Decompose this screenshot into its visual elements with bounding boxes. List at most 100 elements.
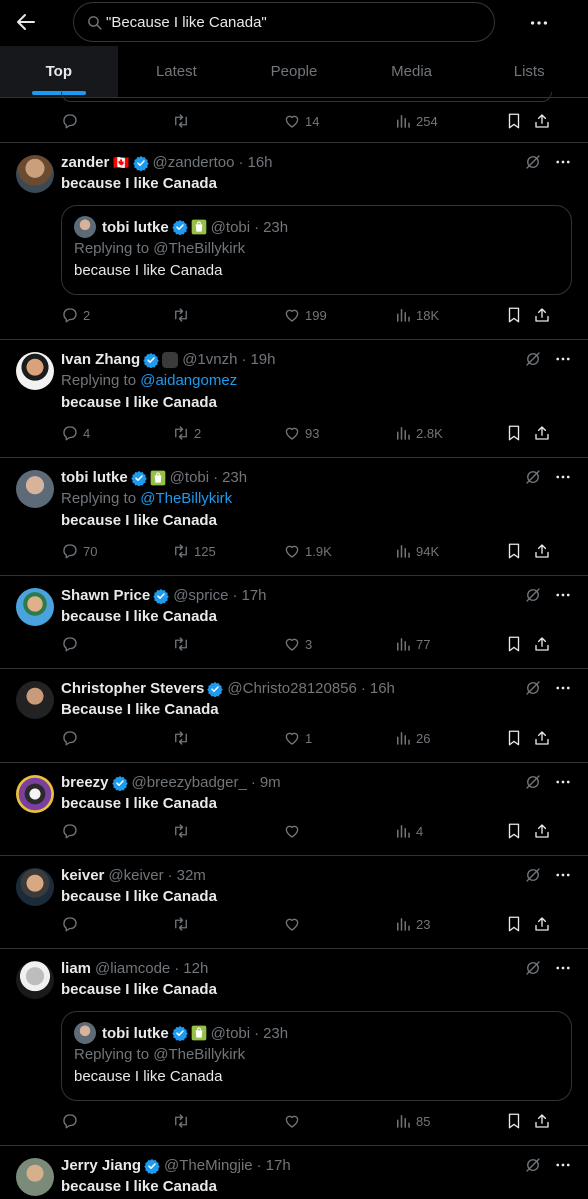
author-name[interactable]: zander [61,153,109,173]
like-button[interactable]: 14 [283,112,319,130]
author-name[interactable]: Jerry Jiang [61,1156,141,1176]
bookmark-button[interactable] [505,542,527,560]
views-button[interactable]: 254 [394,112,438,130]
reply-button[interactable] [61,635,83,653]
share-button[interactable] [533,542,555,560]
like-button[interactable]: 1.9K [283,542,332,560]
grok-icon[interactable] [524,1156,542,1174]
replying-to-link[interactable]: @TheBillykirk [140,490,232,507]
replying-to-link[interactable]: @aidangomez [140,372,237,389]
author-handle[interactable]: @breezybadger_ [132,773,247,793]
author-handle[interactable]: @sprice [173,586,228,606]
repost-button[interactable] [172,635,194,653]
more-horizontal-icon[interactable] [554,679,572,697]
like-button[interactable]: 199 [283,306,327,324]
like-button[interactable] [283,915,305,933]
author-name[interactable]: tobi lutke [61,468,128,488]
avatar[interactable] [16,775,54,813]
like-button[interactable] [283,822,305,840]
like-button[interactable] [283,1112,305,1130]
more-horizontal-icon[interactable] [554,153,572,171]
views-button[interactable]: 94K [394,542,439,560]
repost-button[interactable] [172,729,194,747]
tweet[interactable]: keiver @keiver · 32m because I like Canada 23 [0,856,588,949]
repost-button[interactable] [172,306,194,324]
bookmark-button[interactable] [505,635,527,653]
avatar[interactable] [16,868,54,906]
author-name[interactable]: keiver [61,866,104,886]
bookmark-button[interactable] [505,112,527,130]
share-button[interactable] [533,635,555,653]
reply-button[interactable]: 70 [61,542,97,560]
bookmark-button[interactable] [505,729,527,747]
tweet-time[interactable]: 9m [260,773,281,793]
search-input[interactable] [106,3,486,41]
tweet[interactable]: Jerry Jiang @TheMingjie · 17h because I like… [0,1146,588,1199]
author-handle[interactable]: @keiver [108,866,163,886]
reply-button[interactable] [61,112,83,130]
bookmark-button[interactable] [505,822,527,840]
tweet-time[interactable]: 23h [222,468,247,488]
tweet-time[interactable]: 12h [183,959,208,979]
bookmark-button[interactable] [505,915,527,933]
quote-card[interactable]: tobi lutke @tobi · 23h Replying to @TheBilly… [61,205,572,295]
like-button[interactable]: 93 [283,424,319,442]
more-horizontal-icon[interactable] [554,773,572,791]
avatar[interactable] [16,681,54,719]
tweet-partial[interactable]: 14 254 [0,92,588,143]
avatar[interactable] [16,352,54,390]
more-horizontal-icon[interactable] [528,12,550,34]
repost-button[interactable] [172,112,194,130]
tweet-time[interactable]: 16h [248,153,273,173]
reply-button[interactable]: 2 [61,306,90,324]
author-name[interactable]: Shawn Price [61,586,150,606]
tweet-time[interactable]: 17h [266,1156,291,1176]
tab-latest[interactable]: Latest [118,46,236,97]
like-button[interactable]: 1 [283,729,312,747]
quote-card[interactable]: tobi lutke @tobi · 23h Replying to @TheBilly… [61,1011,572,1101]
tweet[interactable]: Ivan Zhang @1vnzh · 19h Replying to @aidango… [0,340,588,458]
views-button[interactable]: 23 [394,915,430,933]
share-button[interactable] [533,729,555,747]
grok-icon[interactable] [524,866,542,884]
grok-icon[interactable] [524,773,542,791]
author-handle[interactable]: @Christo28120856 [227,679,356,699]
author-handle[interactable]: @1vnzh [182,350,237,370]
repost-button[interactable] [172,1112,194,1130]
reply-button[interactable] [61,822,83,840]
grok-icon[interactable] [524,350,542,368]
more-horizontal-icon[interactable] [554,1156,572,1174]
tweet[interactable]: zander 🇨🇦 @zandertoo · 16h because I like Can… [0,143,588,340]
avatar[interactable] [16,470,54,508]
avatar[interactable] [16,961,54,999]
more-horizontal-icon[interactable] [554,866,572,884]
views-button[interactable]: 18K [394,306,439,324]
views-button[interactable]: 26 [394,729,430,747]
tweet[interactable]: Christopher Stevers @Christo28120856 · 16h B… [0,669,588,763]
bookmark-button[interactable] [505,424,527,442]
avatar[interactable] [16,588,54,626]
grok-icon[interactable] [524,679,542,697]
author-name[interactable]: liam [61,959,91,979]
share-button[interactable] [533,424,555,442]
grok-icon[interactable] [524,586,542,604]
author-name[interactable]: Ivan Zhang [61,350,140,370]
bookmark-button[interactable] [505,1112,527,1130]
tab-top[interactable]: Top [0,46,118,97]
tweet-time[interactable]: 17h [241,586,266,606]
tweet-time[interactable]: 19h [250,350,275,370]
search-box[interactable] [73,2,495,42]
views-button[interactable]: 85 [394,1112,430,1130]
share-button[interactable] [533,1112,555,1130]
repost-button[interactable]: 2 [172,424,201,442]
bookmark-button[interactable] [505,306,527,324]
reply-button[interactable] [61,915,83,933]
views-button[interactable]: 2.8K [394,424,443,442]
avatar[interactable] [16,1158,54,1196]
author-handle[interactable]: @liamcode [95,959,170,979]
grok-icon[interactable] [524,153,542,171]
author-handle[interactable]: @tobi [170,468,209,488]
more-horizontal-icon[interactable] [554,959,572,977]
more-horizontal-icon[interactable] [554,350,572,368]
repost-button[interactable] [172,822,194,840]
